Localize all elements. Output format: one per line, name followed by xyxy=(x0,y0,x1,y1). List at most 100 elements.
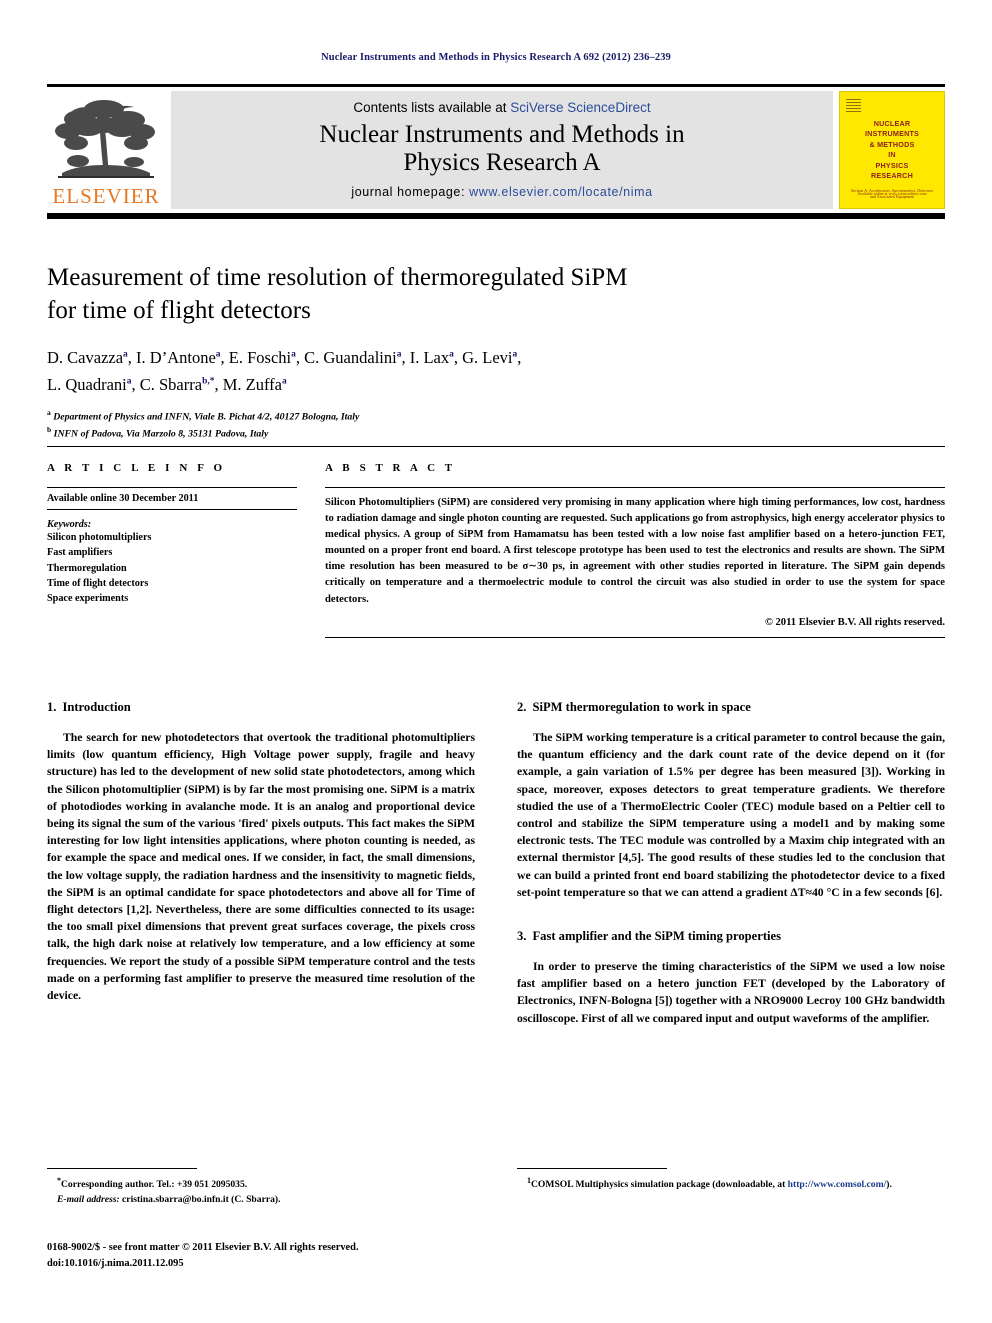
section-number: 1. xyxy=(47,700,57,714)
paper-title-line-2: for time of flight detectors xyxy=(47,296,311,324)
footnote-separator-rule xyxy=(517,1168,667,1169)
info-section-top-rule xyxy=(47,446,945,447)
abstract-copyright: © 2011 Elsevier B.V. All rights reserved… xyxy=(764,616,945,628)
page-title: Measurement of time resolution of thermo… xyxy=(47,262,945,327)
affiliation-marker-b: b xyxy=(47,424,52,434)
cover-footer: Available online at www.sciencedirect.co… xyxy=(857,191,927,196)
elsevier-wordmark: ELSEVIER xyxy=(52,184,160,208)
affil-ref: a xyxy=(126,376,132,387)
journal-title-line-1: Nuclear Instruments and Methods in xyxy=(319,120,685,148)
contents-available-line: Contents lists available at SciVerse Sci… xyxy=(353,100,650,115)
footnote-text-pre: COMSOL Multiphysics simulation package (… xyxy=(531,1179,788,1191)
cover-title-line-5: PHYSICS xyxy=(875,160,909,170)
masthead-center-panel: Contents lists available at SciVerse Sci… xyxy=(171,91,833,209)
journal-homepage-link[interactable]: www.elsevier.com/locate/nima xyxy=(469,185,653,199)
paragraph-introduction: The search for new photodetectors that o… xyxy=(47,731,475,1003)
affil-ref: a xyxy=(396,349,402,360)
affiliation-marker-a: a xyxy=(47,408,51,418)
footnote-text-post: ). xyxy=(886,1179,892,1191)
keyword-item: Fast amplifiers xyxy=(47,547,113,559)
email-address[interactable]: cristina.sbarra@bo.infn.it (C. Sbarra). xyxy=(122,1194,280,1205)
body-column-left: 1. Introduction The search for new photod… xyxy=(47,700,475,1039)
journal-title-line-2: Physics Research A xyxy=(403,148,601,176)
article-info-rule-lower xyxy=(47,509,297,510)
abstract-text: Silicon Photomultipliers (SiPM) are cons… xyxy=(325,497,945,605)
elsevier-logo: ELSEVIER xyxy=(47,91,165,209)
doi-line: doi:10.1016/j.nima.2011.12.095 xyxy=(47,1257,184,1269)
corresponding-author-note: *Corresponding author. Tel.: +39 051 209… xyxy=(47,1175,475,1193)
paragraph-thermoregulation: The SiPM working temperature is a critic… xyxy=(517,731,945,899)
cover-title-line-2: INSTRUMENTS xyxy=(864,129,920,139)
running-head: Nuclear Instruments and Methods in Physi… xyxy=(321,52,671,63)
abstract-bottom-rule xyxy=(325,636,945,638)
homepage-prefix: journal homepage: xyxy=(351,184,470,199)
affil-ref: a xyxy=(449,349,454,360)
masthead-bottom-rule xyxy=(47,213,945,219)
section-heading-thermoregulation: 2. SiPM thermoregulation to work in space xyxy=(517,700,945,715)
section-title: Fast amplifier and the SiPM timing prope… xyxy=(532,929,782,944)
section-title: SiPM thermoregulation to work in space xyxy=(532,700,751,714)
author-line-2: L. Quadrania, C. Sbarrab,*, M. Zuffaa xyxy=(47,374,287,394)
journal-masthead: ELSEVIER Contents lists available at Sci… xyxy=(47,84,945,219)
paper-title-line-1: Measurement of time resolution of thermo… xyxy=(47,264,628,291)
footnote-column-left: *Corresponding author. Tel.: +39 051 209… xyxy=(47,1168,475,1207)
journal-homepage-line: journal homepage: www.elsevier.com/locat… xyxy=(351,185,652,199)
author-line-1: D. Cavazzaa, I. D’Antonea, E. Foschia, C… xyxy=(47,348,522,367)
section-heading-fast-amplifier: 3. Fast amplifier and the SiPM timing pro… xyxy=(517,929,945,944)
affiliation-a-text: Department of Physics and INFN, Viale B.… xyxy=(53,411,360,423)
article-history: Available online 30 December 2011 xyxy=(47,493,199,504)
contents-prefix: Contents lists available at xyxy=(353,99,511,115)
affiliation-b-text: INFN of Padova, Via Marzolo 8, 35131 Pad… xyxy=(53,428,269,440)
cover-title-line-6: RESEARCH xyxy=(871,171,913,181)
cover-title-line-4: IN xyxy=(888,150,896,160)
keyword-item: Thermoregulation xyxy=(47,562,127,574)
issn-line: 0168-9002/$ - see front matter © 2011 El… xyxy=(47,1242,359,1253)
abstract-column: A B S T R A C T Silicon Photomultipliers… xyxy=(325,462,945,638)
affiliation-b: b INFN of Padova, Via Marzolo 8, 35131 P… xyxy=(47,425,945,441)
elsevier-tree-icon xyxy=(55,100,155,178)
article-info-heading: A R T I C L E I N F O xyxy=(47,462,226,474)
keyword-item: Space experiments xyxy=(47,593,129,605)
footnote-separator-rule xyxy=(47,1168,197,1169)
cover-title-line-1: NUCLEAR xyxy=(873,119,911,128)
comsol-link[interactable]: http://www.comsol.com/ xyxy=(788,1179,887,1190)
article-info-column: A R T I C L E I N F O Available online 3… xyxy=(47,462,297,638)
keywords-label: Keywords: xyxy=(47,519,92,530)
section-number: 2. xyxy=(517,700,527,714)
section-heading-introduction: 1. Introduction xyxy=(47,700,475,715)
section-number: 3. xyxy=(517,929,527,944)
cover-elsevier-icon xyxy=(846,97,861,112)
affil-ref: a xyxy=(215,349,221,360)
corresponding-author-text: Corresponding author. Tel.: +39 051 2095… xyxy=(61,1179,248,1191)
affil-ref: a xyxy=(282,376,287,387)
affil-ref: a xyxy=(123,349,128,360)
journal-title: Nuclear Instruments and Methods in Physi… xyxy=(319,121,684,177)
footnote-column-right: 1COMSOL Multiphysics simulation package … xyxy=(517,1168,945,1207)
affil-ref: a xyxy=(512,349,518,360)
body-column-right: 2. SiPM thermoregulation to work in space… xyxy=(517,700,945,1039)
sciencedirect-link[interactable]: SciVerse ScienceDirect xyxy=(510,100,650,115)
section-title: Introduction xyxy=(62,700,131,714)
paragraph-fast-amplifier: In order to preserve the timing characte… xyxy=(517,960,945,1025)
keywords-list: Silicon photomultipliers Fast amplifiers… xyxy=(47,530,297,606)
imprint-block: 0168-9002/$ - see front matter © 2011 El… xyxy=(47,1240,547,1271)
keyword-item: Time of flight detectors xyxy=(47,577,149,589)
footnotes-row: *Corresponding author. Tel.: +39 051 209… xyxy=(47,1168,945,1207)
cover-title: NUCLEAR INSTRUMENTS & METHODS IN PHYSICS… xyxy=(844,119,940,182)
title-block: Measurement of time resolution of thermo… xyxy=(47,262,945,441)
affil-ref: a xyxy=(291,349,296,360)
body-columns: 1. Introduction The search for new photod… xyxy=(47,700,945,1039)
paper-page: Nuclear Instruments and Methods in Physi… xyxy=(0,0,992,1323)
comsol-footnote: 1COMSOL Multiphysics simulation package … xyxy=(517,1175,945,1193)
abstract-heading: A B S T R A C T xyxy=(325,462,456,474)
affiliation-a: a Department of Physics and INFN, Viale … xyxy=(47,408,945,424)
author-list: D. Cavazzaa, I. D’Antonea, E. Foschia, C… xyxy=(47,345,945,398)
journal-cover-thumbnail[interactable]: NUCLEAR INSTRUMENTS & METHODS IN PHYSICS… xyxy=(839,91,945,209)
affil-ref: b,* xyxy=(202,376,215,387)
keyword-item: Silicon photomultipliers xyxy=(47,532,152,543)
info-abstract-row: A R T I C L E I N F O Available online 3… xyxy=(47,462,945,638)
email-note: E-mail address: cristina.sbarra@bo.infn.… xyxy=(47,1193,475,1207)
masthead-top-rule xyxy=(47,84,945,87)
email-label: E-mail address: xyxy=(57,1193,120,1205)
cover-title-line-3: & METHODS xyxy=(869,139,915,149)
